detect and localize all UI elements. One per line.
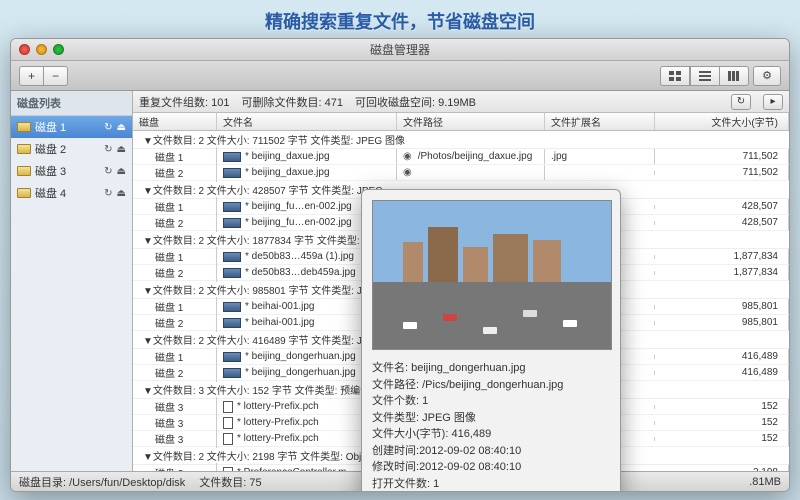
summary-bar: 重复文件组数: 101 可删除文件数目: 471 可回收磁盘空间: 9.19MB…: [133, 91, 789, 113]
refresh-icon[interactable]: ↻: [104, 166, 112, 177]
refresh-button[interactable]: ↻: [731, 94, 751, 110]
disk-icon: [17, 122, 31, 132]
sidebar-item-label: 磁盘 4: [35, 185, 66, 201]
view-list-icon[interactable]: [690, 66, 720, 86]
thumbnail-icon: [223, 252, 241, 262]
window-title: 磁盘管理器: [11, 41, 789, 58]
remove-button[interactable]: −: [44, 66, 68, 86]
table-row[interactable]: 磁盘 2* beijing_daxue.jpg◉711,502: [133, 165, 789, 181]
preview-popover: 文件名: beijing_dongerhuan.jpg 文件路径: /Pics/…: [361, 189, 621, 492]
sidebar-item-label: 磁盘 1: [35, 119, 66, 135]
disk-icon: [17, 144, 31, 154]
view-grid-icon[interactable]: [660, 66, 690, 86]
action-button[interactable]: ▸: [763, 94, 783, 110]
table-row[interactable]: 磁盘 1* beijing_daxue.jpg◉/Photos/beijing_…: [133, 149, 789, 165]
disk-icon: [17, 188, 31, 198]
sidebar-item-disk-2[interactable]: 磁盘 2 ↻ ⏏: [11, 138, 132, 160]
col-name[interactable]: 文件名: [217, 113, 397, 130]
toolbar: + − ⚙: [11, 61, 789, 91]
refresh-icon[interactable]: ↻: [104, 122, 112, 133]
thumbnail-icon: [223, 202, 241, 212]
document-icon: [223, 401, 233, 413]
sidebar-item-disk-4[interactable]: 磁盘 4 ↻ ⏏: [11, 182, 132, 204]
column-headers[interactable]: 磁盘 文件名 文件路径 文件扩展名 文件大小(字节): [133, 113, 789, 131]
refresh-icon[interactable]: ↻: [104, 188, 112, 199]
thumbnail-icon: [223, 218, 241, 228]
document-icon: [223, 417, 233, 429]
app-window: 磁盘管理器 + − ⚙ 磁盘列表 磁盘 1 ↻ ⏏ 磁盘 2 ↻ ⏏ 磁盘 3 ↻ ⏏ 磁盘 4 ↻…: [10, 38, 790, 492]
quicklook-icon[interactable]: ◉: [403, 151, 412, 162]
col-disk[interactable]: 磁盘: [133, 113, 217, 130]
group-header[interactable]: ▼文件数目: 2 文件大小: 711502 字节 文件类型: JPEG 图像: [133, 131, 789, 149]
sidebar-item-disk-1[interactable]: 磁盘 1 ↻ ⏏: [11, 116, 132, 138]
sidebar-item-label: 磁盘 3: [35, 163, 66, 179]
document-icon: [223, 467, 233, 472]
document-icon: [223, 433, 233, 445]
view-column-icon[interactable]: [720, 66, 749, 86]
thumbnail-icon: [223, 352, 241, 362]
preview-image: [372, 200, 612, 350]
titlebar[interactable]: 磁盘管理器: [11, 39, 789, 61]
sidebar-item-disk-3[interactable]: 磁盘 3 ↻ ⏏: [11, 160, 132, 182]
eject-icon[interactable]: ⏏: [117, 144, 126, 155]
add-button[interactable]: +: [19, 66, 44, 86]
col-ext[interactable]: 文件扩展名: [545, 113, 655, 130]
quicklook-icon[interactable]: ◉: [403, 167, 412, 178]
sidebar-item-label: 磁盘 2: [35, 141, 66, 157]
settings-button[interactable]: ⚙: [753, 66, 781, 86]
col-path[interactable]: 文件路径: [397, 113, 545, 130]
refresh-icon[interactable]: ↻: [104, 144, 112, 155]
eject-icon[interactable]: ⏏: [117, 166, 126, 177]
sidebar: 磁盘列表 磁盘 1 ↻ ⏏ 磁盘 2 ↻ ⏏ 磁盘 3 ↻ ⏏ 磁盘 4 ↻ ⏏: [11, 91, 133, 471]
eject-icon[interactable]: ⏏: [117, 122, 126, 133]
thumbnail-icon: [223, 168, 241, 178]
gear-icon: ⚙: [762, 69, 772, 82]
promo-tagline: 精确搜索重复文件，节省磁盘空间: [0, 0, 800, 42]
thumbnail-icon: [223, 368, 241, 378]
thumbnail-icon: [223, 302, 241, 312]
col-size[interactable]: 文件大小(字节): [655, 113, 789, 130]
thumbnail-icon: [223, 268, 241, 278]
sidebar-header: 磁盘列表: [11, 91, 132, 116]
thumbnail-icon: [223, 152, 241, 162]
thumbnail-icon: [223, 318, 241, 328]
disk-icon: [17, 166, 31, 176]
view-mode-segment[interactable]: [660, 66, 749, 86]
eject-icon[interactable]: ⏏: [117, 188, 126, 199]
